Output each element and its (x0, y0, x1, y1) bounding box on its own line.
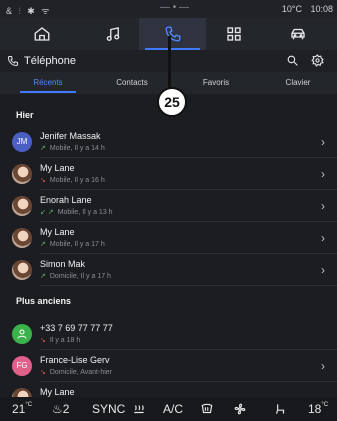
page-indicator: — • — (160, 2, 190, 13)
call-row[interactable]: My Lane ↘ Mobile, Il y a 16 h › (0, 158, 337, 190)
call-row[interactable]: +33 7 69 77 77 77 ↘ Il y a 18 h (0, 318, 337, 350)
call-details: ↘ Mobile, Il y a 16 h (40, 177, 105, 184)
nav-apps[interactable] (200, 18, 267, 50)
sync-button[interactable]: SYNC (92, 402, 125, 416)
call-row[interactable]: Simon Mak ↗ Domicile, Il y a 17 h › (0, 254, 337, 286)
contact-name: France-Lise Gerv (40, 355, 110, 365)
seat-heat-right[interactable] (273, 402, 287, 419)
home-icon (34, 27, 49, 41)
call-row[interactable]: Enorah Lane ↙ ↗ Mobile, Il y a 13 h › (0, 190, 337, 222)
avatar (12, 324, 32, 344)
call-row[interactable]: FG France-Lise Gerv ↘ Domicile, Avant-hie… (0, 350, 337, 382)
front-defrost-button[interactable] (200, 402, 214, 419)
call-details: ↘ Il y a 18 h (40, 337, 81, 344)
avatar (12, 260, 32, 280)
contact-name: Simon Mak (40, 259, 86, 269)
call-details: ↗ Domicile, Il y a 17 h (40, 273, 111, 280)
avatar (12, 228, 32, 248)
missed-call-icon: ↘ (40, 337, 46, 344)
nav-home[interactable] (8, 18, 75, 50)
tab-favoris[interactable]: Favoris (174, 72, 258, 94)
rear-defrost-button[interactable] (132, 402, 146, 419)
seat-icon (275, 404, 285, 414)
missed-call-icon: ↘ (40, 369, 46, 376)
chevron-right-icon: › (321, 359, 325, 373)
outside-temperature: 10°C (281, 4, 302, 14)
ac-button[interactable]: A/C (163, 402, 183, 416)
seat-heat-left[interactable]: ♨2 (52, 402, 69, 416)
status-bar: & ⫶ ✱ ᯤ — • — 10°C 10:08 (0, 0, 337, 18)
person-icon (17, 329, 27, 339)
phone-icon (7, 56, 18, 67)
nav-music[interactable] (79, 18, 146, 50)
call-direction-icon: ↗ (40, 145, 46, 152)
contact-name: Enorah Lane (40, 195, 92, 205)
call-row[interactable]: JM Jenifer Massak ↗ Mobile, Il y a 14 h › (0, 126, 337, 158)
seat-icon: ♨ (52, 402, 63, 416)
tab-clavier[interactable]: Clavier (256, 72, 337, 94)
chevron-right-icon: › (321, 167, 325, 181)
divider (40, 285, 337, 286)
chevron-right-icon: › (321, 231, 325, 245)
callout-marker: 25 (157, 87, 187, 117)
avatar (12, 196, 32, 216)
avatar (12, 164, 32, 184)
chevron-right-icon: › (321, 199, 325, 213)
car-icon (290, 28, 305, 40)
nav-car[interactable] (264, 18, 331, 50)
call-row[interactable]: My Lane ↗ Mobile, Il y a 17 h › (0, 222, 337, 254)
chevron-right-icon: › (321, 263, 325, 277)
avatar: JM (12, 132, 32, 152)
clock: 10:08 (310, 4, 333, 14)
temp-left[interactable]: 21°C (12, 402, 32, 416)
music-icon (106, 27, 119, 42)
call-row[interactable]: My Lane (0, 382, 337, 397)
missed-call-icon: ↘ (40, 177, 46, 184)
fan-button[interactable] (233, 402, 247, 419)
contact-name: My Lane (40, 163, 75, 173)
section-label-older: Plus anciens (16, 296, 72, 306)
climate-bar: 21°C ♨2 SYNC A/C 18°C (0, 397, 337, 421)
page-title: Téléphone (24, 55, 76, 67)
apps-icon (226, 27, 241, 41)
contact-name: +33 7 69 77 77 77 (40, 323, 113, 333)
gear-icon[interactable] (311, 54, 324, 67)
contact-name: My Lane (40, 227, 75, 237)
status-icons: & ⫶ ✱ ᯤ (6, 6, 52, 16)
chevron-right-icon: › (321, 135, 325, 149)
call-details: ↗ Mobile, Il y a 14 h (40, 145, 105, 152)
contact-name: My Lane (40, 387, 75, 397)
fan-icon (234, 403, 246, 415)
section-label-yesterday: Hier (16, 110, 34, 120)
call-details: ↙ ↗ Mobile, Il y a 13 h (40, 209, 113, 216)
temp-right[interactable]: 18°C (308, 402, 328, 416)
call-direction-icon: ↗ (40, 273, 46, 280)
call-details: ↘ Domicile, Avant-hier (40, 369, 112, 376)
front-defrost-icon (201, 403, 213, 414)
avatar: FG (12, 356, 32, 376)
call-details: ↗ Mobile, Il y a 17 h (40, 241, 105, 248)
status-right: 10°C 10:08 (276, 4, 333, 14)
tab-recents[interactable]: Récents (6, 72, 90, 94)
nav-phone[interactable] (139, 18, 206, 50)
search-icon[interactable] (286, 54, 299, 67)
phone-icon (165, 26, 180, 42)
callout-line (168, 36, 171, 92)
call-direction-icon: ↙ ↗ (40, 209, 54, 216)
contact-name: Jenifer Massak (40, 131, 101, 141)
rear-defrost-icon (134, 405, 144, 414)
call-direction-icon: ↗ (40, 241, 46, 248)
avatar (12, 388, 32, 397)
